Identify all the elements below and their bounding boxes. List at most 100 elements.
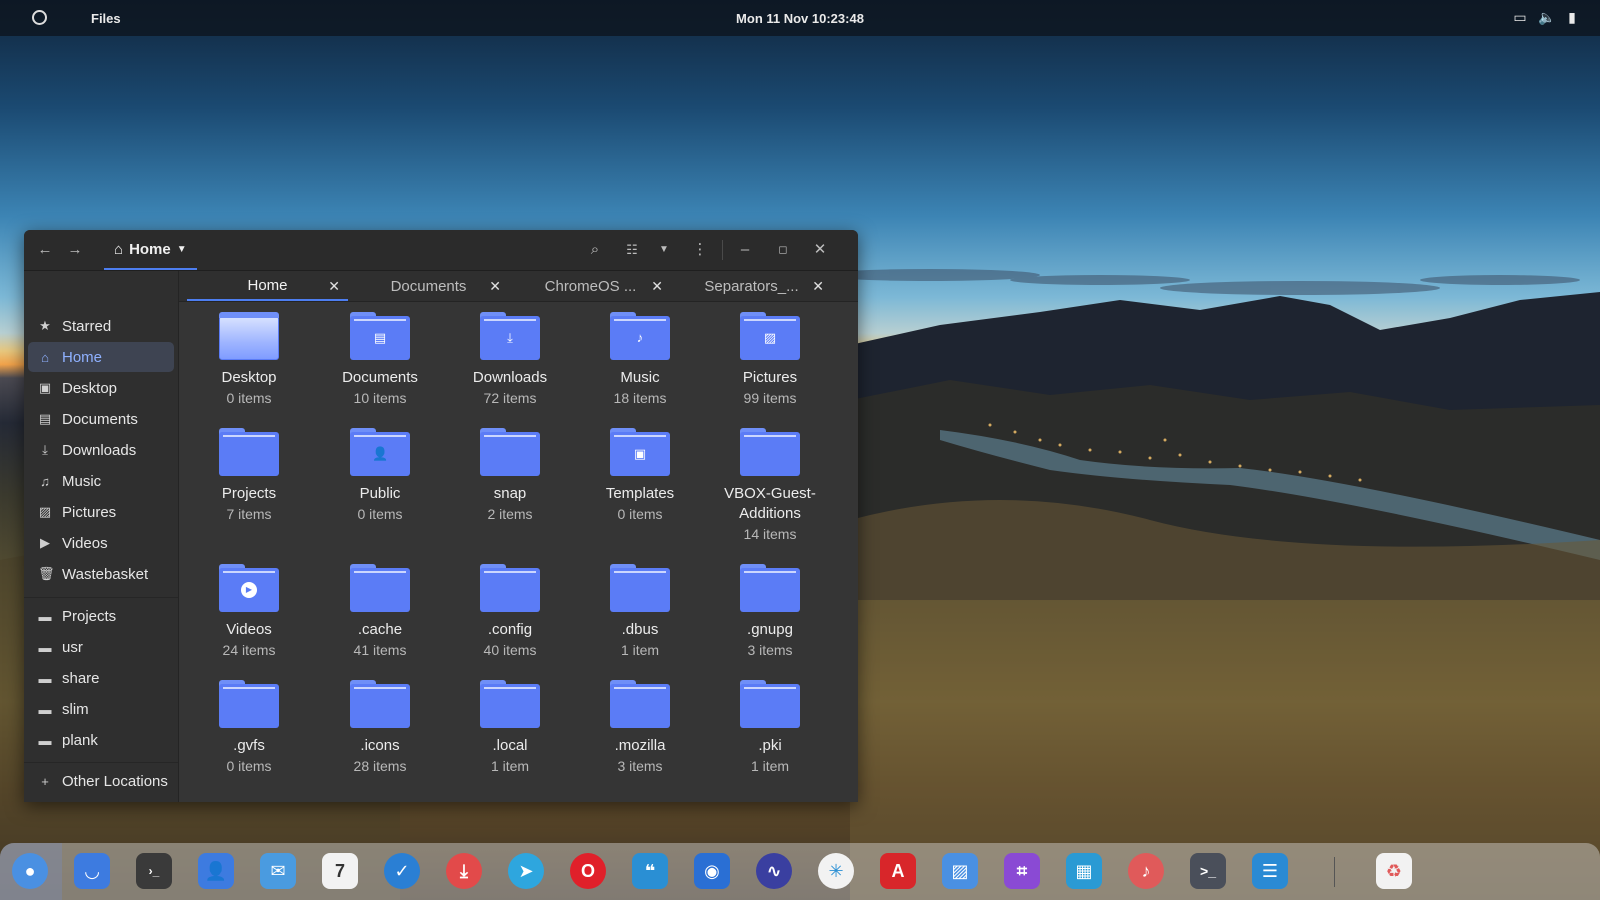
contacts-icon[interactable]: 👤 [198,853,234,889]
header-separator [722,240,723,260]
file-count: 1 item [620,642,660,658]
sidebar-item-usr[interactable]: ▬ usr [28,632,174,662]
file-item-vbox-guest-additions[interactable]: VBOX-Guest-Additions 14 items [711,428,829,544]
path-bar-label: Home [129,240,171,258]
mail-icon[interactable]: ✉ [260,853,296,889]
sidebar-item-downloads[interactable]: ⤓ Downloads [28,435,174,465]
file-item-projects[interactable]: Projects 7 items [190,428,308,524]
close-icon[interactable]: ✕ [328,278,340,295]
sidebar-item-label: Music [62,472,102,490]
pdf-icon[interactable]: A [880,853,916,889]
file-item-downloads[interactable]: ⤓ Downloads 72 items [451,312,569,408]
files-icon[interactable]: ● [12,853,48,889]
tab-chromeos[interactable]: ChromeOS ... ✕ [510,271,671,301]
search-icon[interactable]: ⌕ [584,236,606,264]
clock[interactable]: Mon 11 Nov 10:23:48 [0,11,1600,26]
coral-icon[interactable]: ✳ [818,853,854,889]
telegram-icon[interactable]: ➤ [508,853,544,889]
sidebar-separator [24,597,178,598]
file-item-gvfs[interactable]: .gvfs 0 items [190,680,308,776]
terminal-split-icon[interactable]: ›_ [136,853,172,889]
file-item-documents[interactable]: ▤ Documents 10 items [321,312,439,408]
desktop-icon: ▣ [38,380,52,395]
video-editor-icon[interactable]: ▦ [1066,853,1102,889]
image-viewer-icon[interactable]: ▨ [942,853,978,889]
sidebar-item-videos[interactable]: ▶ Videos [28,528,174,558]
download-manager-icon[interactable]: ⤓ [446,853,482,889]
file-item-cache[interactable]: .cache 41 items [321,564,439,660]
file-item-icons[interactable]: .icons 28 items [321,680,439,776]
calendar-icon[interactable]: 7 [322,853,358,889]
close-icon[interactable]: ✕ [651,278,663,295]
file-count: 72 items [483,390,537,406]
tab-documents[interactable]: Documents ✕ [348,271,509,301]
sidebar-item-home[interactable]: ⌂ Home [28,342,174,372]
plus-icon: + [41,773,49,789]
screen-icon[interactable]: ▭ [1512,9,1528,26]
tab-bar: Home ✕ Documents ✕ ChromeOS ... ✕ Separa… [179,271,858,302]
tasks-icon[interactable]: ✓ [384,853,420,889]
sidebar-item-desktop[interactable]: ▣ Desktop [28,373,174,403]
store-icon[interactable]: ◡ [74,853,110,889]
file-item-desktop[interactable]: Desktop 0 items [190,312,308,408]
disk-icon[interactable]: ◉ [694,853,730,889]
sidebar-item-plank[interactable]: ▬ plank [28,725,174,755]
view-toggle-icon[interactable]: ☷ [621,236,643,264]
sidebar-item-share[interactable]: ▬ share [28,663,174,693]
path-bar-home[interactable]: ⌂ Home ▼ [104,230,197,270]
system-monitor-icon[interactable]: ∿ [756,853,792,889]
sidebar-item-pictures[interactable]: ▨ Pictures [28,497,174,527]
file-item-gnupg[interactable]: .gnupg 3 items [711,564,829,660]
tab-home[interactable]: Home ✕ [187,271,348,301]
file-item-pki[interactable]: .pki 1 item [711,680,829,776]
downloads-folder-icon: ⤓ [480,312,540,360]
folder-icon [610,680,670,728]
file-item-local[interactable]: .local 1 item [451,680,569,776]
sidebar-item-music[interactable]: ♫ Music [28,466,174,496]
sidebar-item-slim[interactable]: ▬ slim [28,694,174,724]
close-icon[interactable]: ✕ [812,278,824,295]
close-icon[interactable]: ✕ [810,236,830,264]
battery-icon[interactable]: ▮ [1564,9,1580,26]
menu-icon[interactable]: ⋮ [690,236,710,264]
sidebar-item-other-locations[interactable]: + Other Locations [28,766,174,796]
sidebar-item-documents[interactable]: ▤ Documents [28,404,174,434]
maximize-icon[interactable]: ◻ [773,236,793,264]
sidebar-item-label: Desktop [62,379,118,397]
file-item-dbus[interactable]: .dbus 1 item [581,564,699,660]
file-count: 24 items [222,642,276,658]
video-icon: ▶ [40,535,50,550]
music-player-icon[interactable]: ♪ [1128,853,1164,889]
system-tray[interactable]: ▭ 🔈 ▮ [1512,9,1580,26]
file-count: 2 items [487,506,533,522]
file-count: 41 items [353,642,407,658]
close-icon[interactable]: ✕ [489,278,501,295]
forward-arrow-icon[interactable]: → [64,236,86,264]
trash-icon[interactable]: ♻ [1376,853,1412,889]
crop-icon[interactable]: ⌗ [1004,853,1040,889]
file-item-snap[interactable]: snap 2 items [451,428,569,524]
view-options-chevron-icon[interactable]: ▼ [654,236,674,264]
tab-separators[interactable]: Separators_... ✕ [671,271,832,301]
terminal-icon[interactable]: >_ [1190,853,1226,889]
notes-icon[interactable]: ❝ [632,853,668,889]
file-item-videos[interactable]: ▶ Videos 24 items [190,564,308,660]
settings-icon[interactable]: ☰ [1252,853,1288,889]
file-name: Public [359,485,401,502]
file-item-music[interactable]: ♪ Music 18 items [581,312,699,408]
file-item-mozilla[interactable]: .mozilla 3 items [581,680,699,776]
file-item-templates[interactable]: ▣ Templates 0 items [581,428,699,524]
home-icon: ⌂ [114,240,124,258]
file-item-public[interactable]: 👤 Public 0 items [321,428,439,524]
file-item-pictures[interactable]: ▨ Pictures 99 items [711,312,829,408]
back-arrow-icon[interactable]: ← [34,236,56,264]
file-item-config[interactable]: .config 40 items [451,564,569,660]
sidebar-item-projects[interactable]: ▬ Projects [28,601,174,631]
minimize-icon[interactable]: – [735,236,755,264]
volume-icon[interactable]: 🔈 [1538,9,1555,26]
opera-icon[interactable]: O [570,853,606,889]
sidebar-item-starred[interactable]: ★ Starred [28,311,174,341]
sidebar-item-wastebasket[interactable]: 🗑 Wastebasket [28,559,174,589]
file-count: 99 items [743,390,797,406]
folder-icon [480,564,540,612]
